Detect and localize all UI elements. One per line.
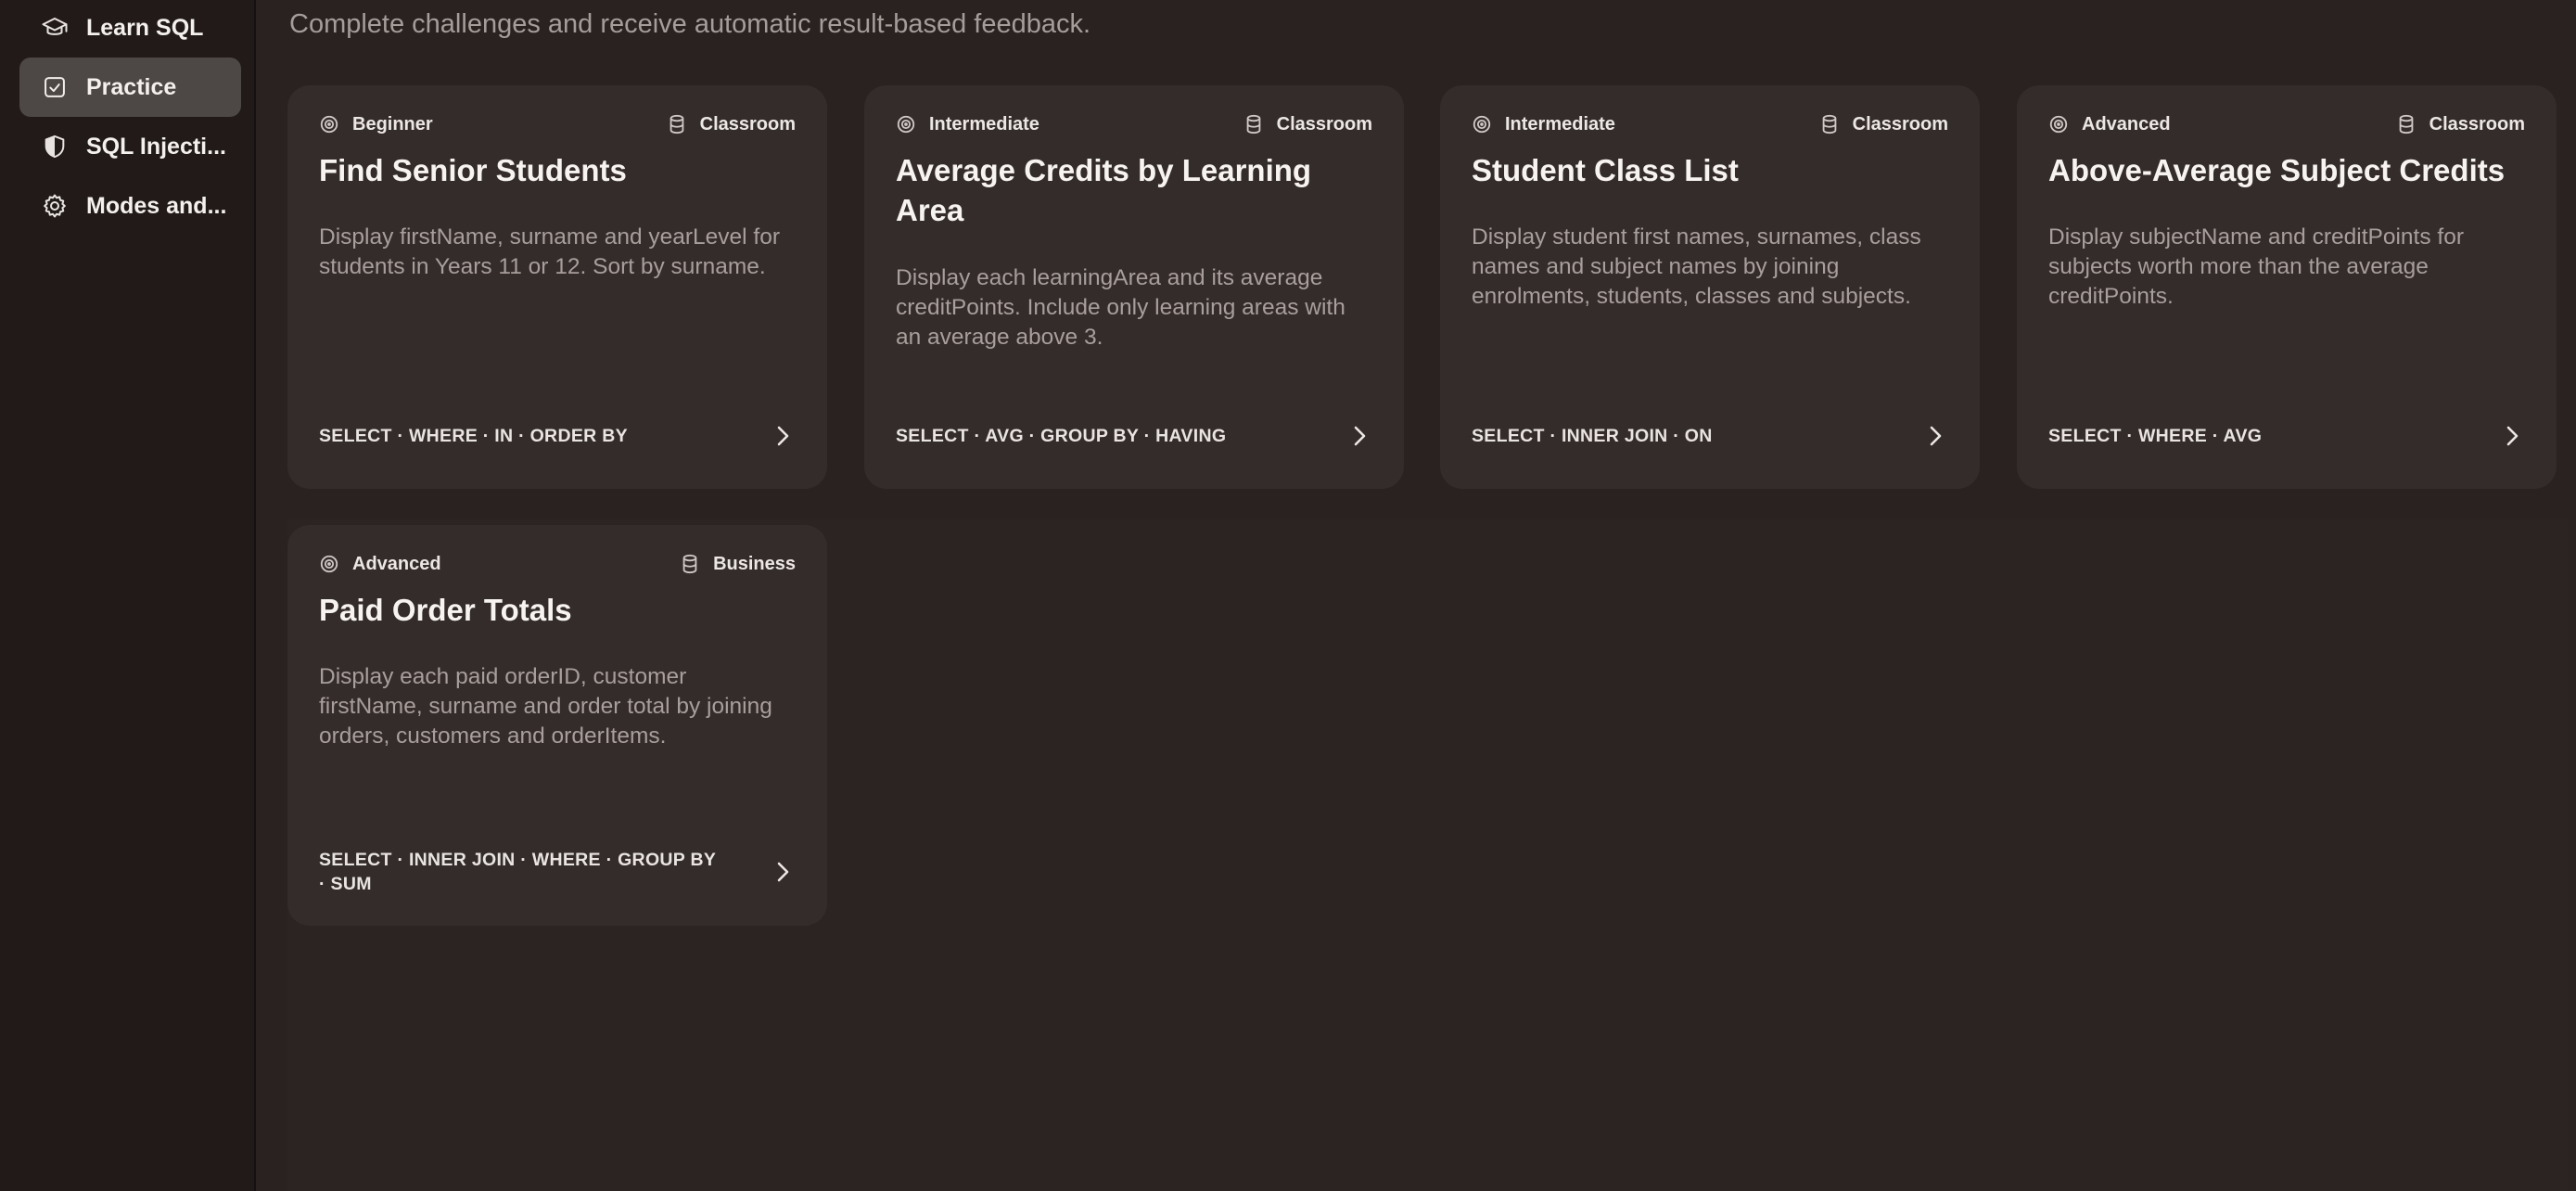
card-description: Display each paid orderID, customer firs…	[319, 664, 772, 749]
card-title: Above-Average Subject Credits	[2048, 153, 2506, 187]
sidebar-item-modes[interactable]: Modes and...	[19, 176, 241, 236]
card-description: Display each learningArea and its averag…	[896, 265, 1345, 350]
database-icon	[1819, 114, 1840, 134]
card-description: Display student first names, surnames, c…	[1472, 224, 1921, 309]
target-icon	[319, 554, 339, 574]
sql-keywords: SELECT · INNER JOIN · WHERE · GROUP BY ·…	[319, 850, 716, 894]
dataset-badge: Classroom	[2396, 114, 2525, 135]
chevron-right-icon[interactable]	[770, 859, 796, 885]
card-meta: Advanced Business	[319, 551, 796, 577]
sidebar-item-label: SQL Injecti...	[86, 133, 226, 160]
target-icon	[319, 114, 339, 134]
card-meta: Advanced Classroom	[2048, 111, 2525, 137]
database-icon	[680, 554, 700, 574]
chevron-right-icon[interactable]	[770, 423, 796, 449]
card-title: Student Class List	[1472, 153, 1739, 187]
sql-keywords: SELECT · WHERE · IN · ORDER BY	[319, 426, 628, 446]
challenge-card[interactable]: Advanced Classroom Above-Average Subject…	[2017, 85, 2557, 489]
dataset-label: Business	[713, 553, 796, 574]
card-footer: SELECT · AVG · GROUP BY · HAVING	[896, 423, 1372, 449]
challenge-card[interactable]: Beginner Classroom Find Senior Students …	[287, 85, 827, 489]
dataset-badge: Business	[680, 554, 796, 575]
target-icon	[1472, 114, 1492, 134]
card-footer: SELECT · INNER JOIN · ON	[1472, 423, 1948, 449]
sql-keywords: SELECT · WHERE · AVG	[2048, 426, 2263, 446]
challenge-card[interactable]: Intermediate Classroom Average Credits b…	[864, 85, 1404, 489]
card-title: Average Credits by Learning Area	[896, 153, 1312, 227]
card-description: Display firstName, surname and yearLevel…	[319, 224, 781, 279]
difficulty-badge: Intermediate	[1472, 114, 1615, 135]
challenge-card[interactable]: Advanced Business Paid Order Totals Disp…	[287, 525, 827, 926]
graduation-cap-icon	[40, 13, 70, 43]
difficulty-badge: Beginner	[319, 114, 433, 135]
database-icon	[1243, 114, 1264, 134]
difficulty-badge: Intermediate	[896, 114, 1039, 135]
card-meta: Intermediate Classroom	[1472, 111, 1948, 137]
sql-keywords: SELECT · AVG · GROUP BY · HAVING	[896, 426, 1227, 446]
sidebar-item-label: Learn SQL	[86, 14, 204, 41]
sidebar-item-label: Practice	[86, 73, 177, 100]
card-footer: SELECT · WHERE · AVG	[2048, 423, 2525, 449]
main-content: Complete challenges and receive automati…	[258, 0, 2576, 1191]
dataset-badge: Classroom	[667, 114, 796, 135]
chevron-right-icon[interactable]	[1922, 423, 1948, 449]
difficulty-label: Beginner	[352, 113, 433, 134]
card-title: Paid Order Totals	[319, 593, 572, 627]
sql-keywords: SELECT · INNER JOIN · ON	[1472, 426, 1713, 446]
target-icon	[896, 114, 916, 134]
dataset-label: Classroom	[1276, 113, 1372, 134]
card-title: Find Senior Students	[319, 153, 627, 187]
difficulty-label: Advanced	[352, 553, 441, 574]
card-footer: SELECT · INNER JOIN · WHERE · GROUP BY ·…	[319, 848, 796, 896]
dataset-badge: Classroom	[1819, 114, 1948, 135]
checkbox-icon	[40, 72, 70, 102]
chevron-right-icon[interactable]	[1346, 423, 1372, 449]
difficulty-badge: Advanced	[319, 554, 441, 575]
sidebar: Learn SQL Practice SQL Injecti... Modes …	[0, 0, 256, 1191]
difficulty-label: Intermediate	[929, 113, 1039, 134]
dataset-badge: Classroom	[1243, 114, 1372, 135]
card-meta: Beginner Classroom	[319, 111, 796, 137]
database-icon	[2396, 114, 2417, 134]
difficulty-label: Advanced	[2082, 113, 2171, 134]
card-footer: SELECT · WHERE · IN · ORDER BY	[319, 423, 796, 449]
dataset-label: Classroom	[1852, 113, 1948, 134]
gear-icon	[40, 191, 70, 221]
page-subtitle: Complete challenges and receive automati…	[289, 9, 1091, 39]
database-icon	[667, 114, 687, 134]
shield-icon	[40, 132, 70, 161]
challenge-card[interactable]: Intermediate Classroom Student Class Lis…	[1440, 85, 1980, 489]
card-description: Display subjectName and creditPoints for…	[2048, 224, 2465, 309]
sidebar-item-sql-injection[interactable]: SQL Injecti...	[19, 117, 241, 176]
card-meta: Intermediate Classroom	[896, 111, 1372, 137]
target-icon	[2048, 114, 2069, 134]
app-window: Learn SQL Practice SQL Injecti... Modes …	[0, 0, 2576, 1191]
chevron-right-icon[interactable]	[2499, 423, 2525, 449]
sidebar-item-practice[interactable]: Practice	[19, 58, 241, 117]
difficulty-label: Intermediate	[1505, 113, 1615, 134]
sidebar-item-label: Modes and...	[86, 192, 227, 219]
dataset-label: Classroom	[2429, 113, 2525, 134]
difficulty-badge: Advanced	[2048, 114, 2171, 135]
dataset-label: Classroom	[699, 113, 796, 134]
sidebar-item-learn-sql[interactable]: Learn SQL	[19, 0, 241, 58]
